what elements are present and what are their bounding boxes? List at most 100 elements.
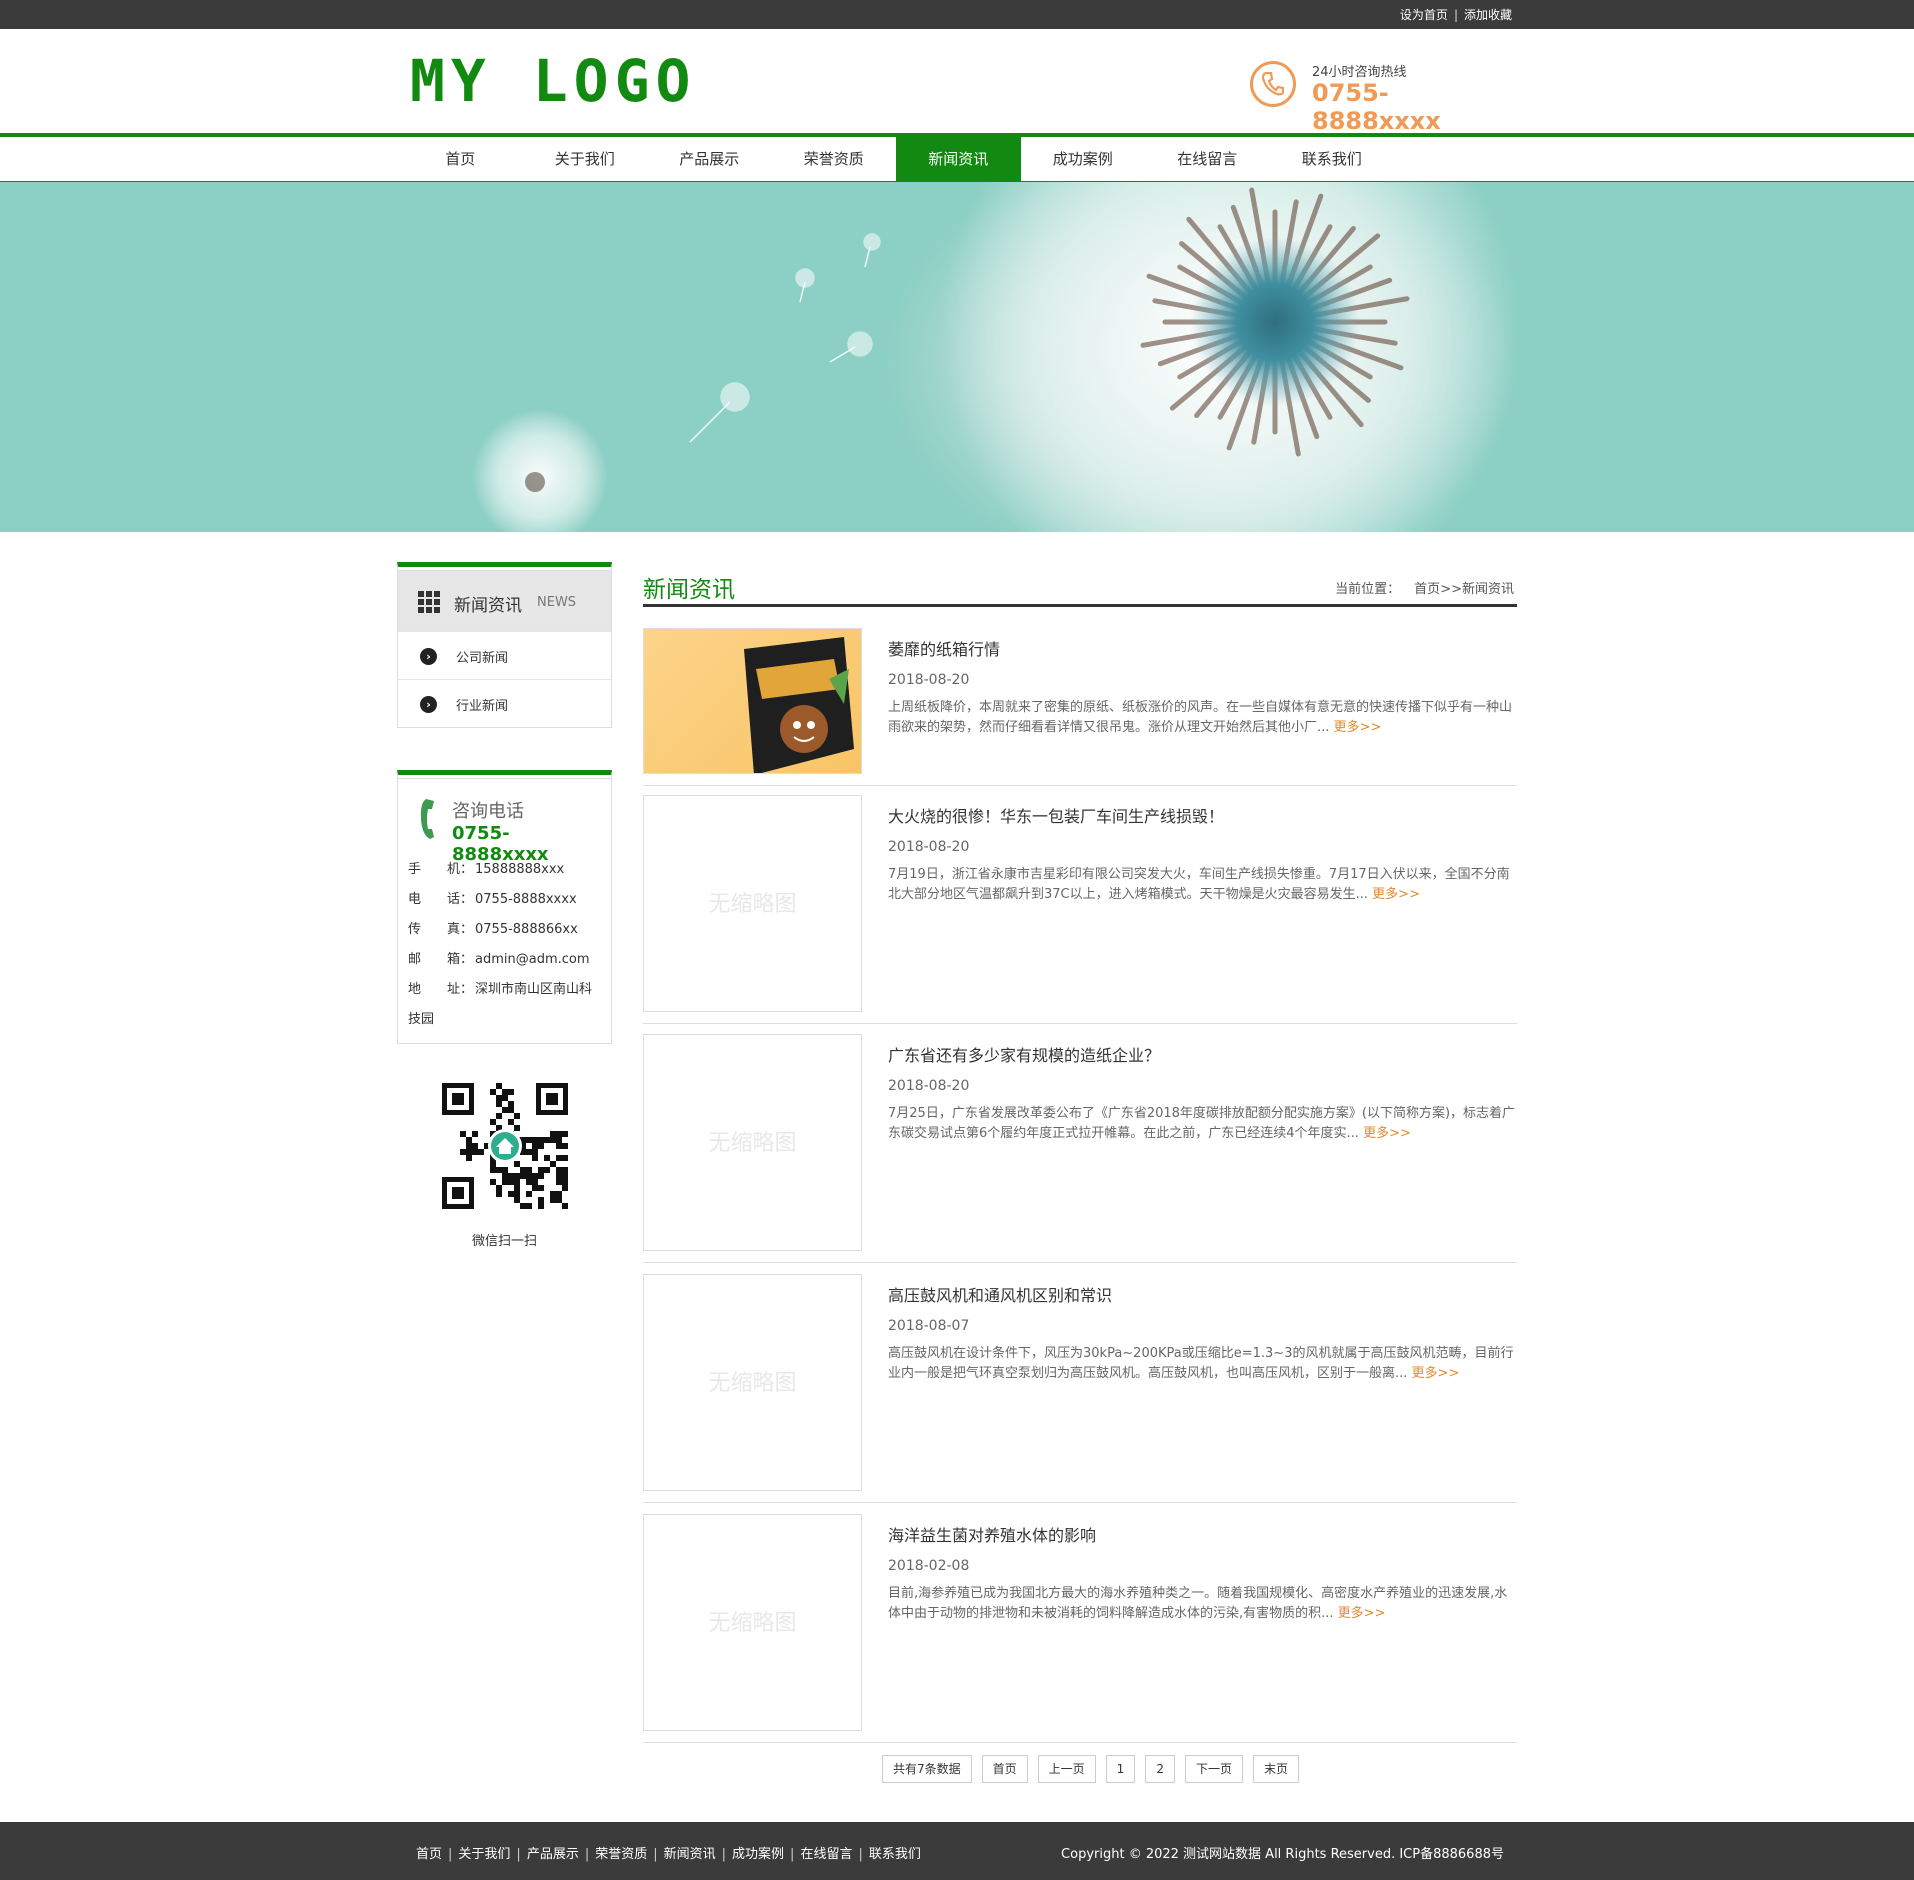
sidebar-top-border <box>397 562 612 571</box>
snack-package-image <box>744 637 854 773</box>
add-favorite-link[interactable]: 添加收藏 <box>1464 8 1512 22</box>
breadcrumb-sep: >> <box>1440 582 1462 597</box>
copyright: Copyright © 2022 测试网站数据 All Rights Reser… <box>1061 1847 1504 1862</box>
qr-code-icon <box>442 1083 568 1209</box>
news-title[interactable]: 广东省还有多少家有规模的造纸企业？ <box>888 1042 1160 1066</box>
pagination: 共有7条数据 首页 上一页 1 2 下一页 末页 <box>882 1755 1309 1783</box>
top-bar: 设为首页 | 添加收藏 <box>0 0 1914 29</box>
news-title[interactable]: 萎靡的纸箱行情 <box>888 636 1000 660</box>
contact-title: 咨询电话 <box>452 801 524 822</box>
contact-top-border <box>397 770 612 779</box>
contact-lines: 手 机： 15888888xxx 电 话： 0755-8888xxxx 传 真： 0755… <box>408 855 601 1035</box>
news-title[interactable]: 海洋益生菌对养殖水体的影响 <box>888 1522 1096 1546</box>
contact-line-key: 邮 箱： <box>408 952 474 967</box>
sidebar-item-0[interactable]: › 公司新闻 <box>398 631 611 679</box>
news-excerpt-text: 目前,海参养殖已成为我国北方最大的海水养殖种类之一。随着我国规模化、高密度水产养… <box>888 1586 1508 1621</box>
pager-next[interactable]: 下一页 <box>1184 1755 1243 1783</box>
footer-link-7[interactable]: 联系我们 <box>869 1847 921 1862</box>
read-more-link[interactable]: 更多>> <box>1363 1126 1411 1141</box>
news-date: 2018-02-08 <box>888 1558 970 1574</box>
sidebar-title-text: 新闻资讯 <box>454 596 522 616</box>
footer-separator: | <box>721 1847 727 1862</box>
news-excerpt: 高压鼓风机在设计条件下，风压为30kPa~200KPa或压缩比e=1.3~3的风… <box>888 1344 1518 1384</box>
nav-item-2[interactable]: 产品展示 <box>647 137 772 181</box>
contact-line-key: 传 真： <box>408 922 474 937</box>
nav-item-7[interactable]: 联系我们 <box>1270 137 1395 181</box>
news-thumbnail[interactable]: 无缩略图 <box>643 1034 862 1251</box>
footer-link-5[interactable]: 成功案例 <box>732 1847 784 1862</box>
news-title[interactable]: 高压鼓风机和通风机区别和常识 <box>888 1282 1112 1306</box>
chevron-right-icon: › <box>420 648 437 665</box>
read-more-link[interactable]: 更多>> <box>1412 1366 1460 1381</box>
page-title: 新闻资讯 <box>643 577 735 603</box>
set-home-link[interactable]: 设为首页 <box>1400 8 1448 22</box>
sidebar-item-1[interactable]: › 行业新闻 <box>398 679 611 727</box>
banner-image <box>0 182 1914 532</box>
footer-link-1[interactable]: 关于我们 <box>458 1847 510 1862</box>
news-excerpt-text: 上周纸板降价，本周就来了密集的原纸、纸板涨价的风声。在一些自媒体有意无意的快速传… <box>888 700 1513 735</box>
footer-link-0[interactable]: 首页 <box>416 1847 442 1862</box>
news-thumbnail[interactable]: 无缩略图 <box>643 1274 862 1491</box>
news-title[interactable]: 大火烧的很惨！华东一包装厂车间生产线损毁！ <box>888 803 1224 827</box>
read-more-link[interactable]: 更多>> <box>1372 887 1420 902</box>
thumbnail-placeholder: 无缩略图 <box>708 1611 797 1636</box>
footer-link-3[interactable]: 荣誉资质 <box>595 1847 647 1862</box>
footer-link-4[interactable]: 新闻资讯 <box>664 1847 716 1862</box>
pager-last[interactable]: 末页 <box>1252 1755 1299 1783</box>
nav-item-1[interactable]: 关于我们 <box>523 137 648 181</box>
main-nav: 首页 关于我们 产品展示 荣誉资质 新闻资讯 成功案例 在线留言 联系我们 <box>0 136 1914 182</box>
nav-item-6[interactable]: 在线留言 <box>1145 137 1270 181</box>
footer-link-6[interactable]: 在线留言 <box>800 1847 852 1862</box>
sidebar-item-label: 行业新闻 <box>456 699 509 714</box>
pager-info: 共有7条数据 <box>882 1755 972 1783</box>
news-thumbnail[interactable]: 无缩略图 <box>643 1514 862 1731</box>
news-excerpt-text: 7月25日，广东省发展改革委公布了《广东省2018年度碳排放配额分配实施方案》(… <box>888 1106 1516 1141</box>
pager-page-2[interactable]: 2 <box>1145 1755 1175 1783</box>
sidebar-title: 新闻资讯 NEWS <box>398 571 611 631</box>
read-more-link[interactable]: 更多>> <box>1334 720 1382 735</box>
contact-box: 咨询电话 0755-8888xxxx 手 机： 15888888xxx 电 话： 07… <box>397 770 612 1044</box>
pager-prev[interactable]: 上一页 <box>1037 1755 1096 1783</box>
footer-separator: | <box>858 1847 863 1862</box>
breadcrumb-home[interactable]: 首页 <box>1414 582 1440 597</box>
nav-item-5[interactable]: 成功案例 <box>1021 137 1146 181</box>
sidebar-items: › 公司新闻 › 行业新闻 <box>398 631 611 727</box>
sidebar-item-label: 公司新闻 <box>456 651 509 666</box>
nav-item-4[interactable]: 新闻资讯 <box>896 137 1021 181</box>
footer-link-2[interactable]: 产品展示 <box>527 1847 579 1862</box>
contact-line-3: 邮 箱： admin@adm.com <box>408 945 601 975</box>
nav-item-0[interactable]: 首页 <box>398 137 523 181</box>
breadcrumb-current[interactable]: 新闻资讯 <box>1462 582 1514 597</box>
chevron-right-icon: › <box>420 696 437 713</box>
nav-item-3[interactable]: 荣誉资质 <box>772 137 897 181</box>
hotline: 24小时咨询热线 0755-8888xxxx <box>1250 59 1510 135</box>
handset-icon <box>420 799 434 839</box>
news-date: 2018-08-20 <box>888 672 970 688</box>
hotline-number: 0755-8888xxxx <box>1312 79 1441 135</box>
hotline-label: 24小时咨询热线 <box>1312 65 1407 80</box>
footer-separator: | <box>448 1847 453 1862</box>
footer: 首页 | 关于我们 | 产品展示 | 荣誉资质 | 新闻资讯 | 成功案例 | 在线留言 | 联系我们 Co… <box>0 1822 1914 1880</box>
read-more-link[interactable]: 更多>> <box>1338 1606 1386 1621</box>
footer-separator: | <box>516 1847 521 1862</box>
main-header: 新闻资讯 当前位置： 首页>>新闻资讯 <box>643 562 1517 607</box>
nav-list: 首页 关于我们 产品展示 荣誉资质 新闻资讯 成功案例 在线留言 联系我们 <box>398 137 1394 181</box>
site-logo[interactable]: MY LOGO <box>410 49 696 113</box>
qr-label: 微信扫一扫 <box>471 1234 537 1249</box>
contact-line-value: admin@adm.com <box>475 952 590 967</box>
pager-first[interactable]: 首页 <box>981 1755 1028 1783</box>
footer-separator: | <box>653 1847 658 1862</box>
news-excerpt: 7月25日，广东省发展改革委公布了《广东省2018年度碳排放配额分配实施方案》(… <box>888 1104 1518 1144</box>
pager-page-1[interactable]: 1 <box>1105 1755 1136 1783</box>
news-thumbnail[interactable]: 无缩略图 <box>643 795 862 1012</box>
contact-number: 0755-8888xxxx <box>452 823 549 865</box>
contact-line-key: 地 址： <box>408 982 474 997</box>
news-item: 萎靡的纸箱行情 2018-08-20 上周纸板降价，本周就来了密集的原纸、纸板涨价的… <box>643 628 1517 786</box>
contact-line-2: 传 真： 0755-888866xx <box>408 915 601 945</box>
news-date: 2018-08-07 <box>888 1318 970 1334</box>
breadcrumb: 当前位置： 首页>>新闻资讯 <box>1335 578 1514 597</box>
contact-line-4: 地 址： 深圳市南山区南山科技园 <box>408 975 601 1035</box>
news-item: 无缩略图 大火烧的很惨！华东一包装厂车间生产线损毁！ 2018-08-20 7月19日… <box>643 795 1517 1024</box>
news-thumbnail[interactable] <box>643 628 862 774</box>
news-excerpt: 7月19日，浙江省永康市吉星彩印有限公司突发大火，车间生产线损失惨重。7月17日… <box>888 865 1518 905</box>
